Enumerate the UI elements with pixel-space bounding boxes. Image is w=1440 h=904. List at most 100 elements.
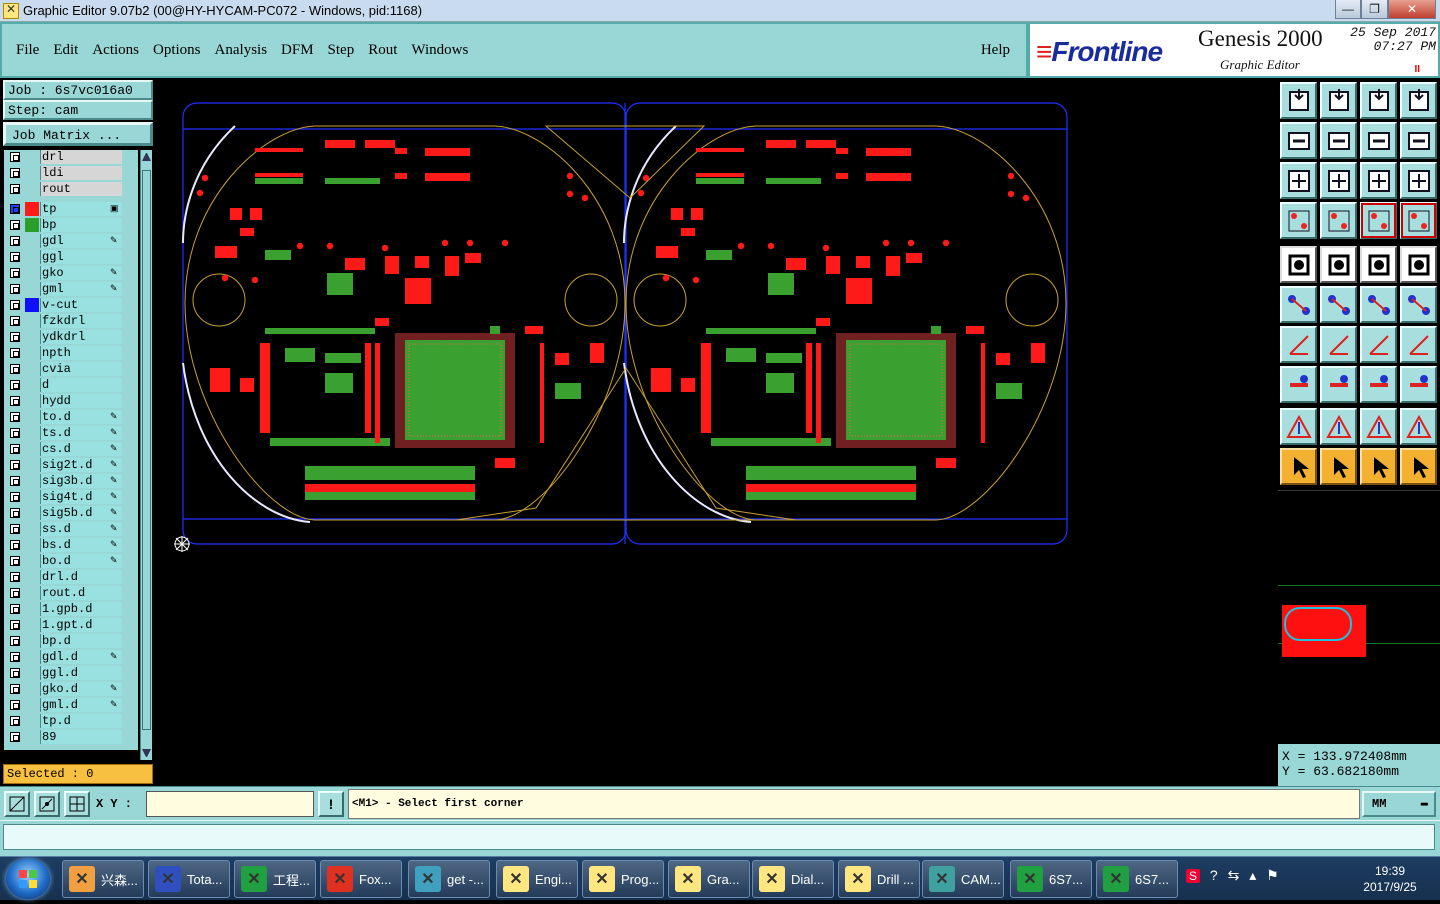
layer-checkbox[interactable] [10,396,20,406]
taskbar-item[interactable]: ✕ 工程... [234,860,316,898]
layer-checkbox[interactable] [10,284,20,294]
taskbar-item[interactable]: ✕ Tota... [148,860,230,898]
taskbar-item[interactable]: ✕ Fox... [320,860,402,898]
taskbar-item[interactable]: ✕ 兴森... [62,860,144,898]
zoom-back-icon[interactable] [1280,122,1317,159]
layer-row-ss-d[interactable]: ss.d ✎ [4,522,134,536]
pad-icon[interactable] [1280,246,1317,283]
layer-checkbox[interactable] [10,572,20,582]
taskbar-item[interactable]: ✕ Gra... [668,860,750,898]
link-icon[interactable] [1400,286,1437,323]
cross-icon[interactable] [1320,286,1357,323]
layer-row-drl-d[interactable]: drl.d [4,570,134,584]
layer-row-bp[interactable]: bp [4,218,134,232]
menu-windows[interactable]: Windows [411,42,468,59]
circle-pad-icon[interactable] [1400,246,1437,283]
taskbar-item[interactable]: ✕ 6S7... [1010,860,1092,898]
layer-checkbox[interactable] [10,252,20,262]
layer-color-swatch[interactable] [25,298,39,312]
layer-row-cs-d[interactable]: cs.d ✎ [4,442,134,456]
layer-checkbox[interactable] [10,428,20,438]
layer-row-hydd[interactable]: hydd [4,394,134,408]
layer-checkbox[interactable] [10,380,20,390]
layer-row-89[interactable]: 89 [4,730,134,744]
menu-help[interactable]: Help [981,42,1010,59]
taskbar-item[interactable]: ✕ CAM... [922,860,1004,898]
zoom-1-2-icon[interactable] [1360,162,1397,199]
layer-row-gml-d[interactable]: gml.d ✎ [4,698,134,712]
layer-row-sig5b-d[interactable]: sig5b.d ✎ [4,506,134,520]
connect-icon[interactable] [1360,286,1397,323]
minimize-button[interactable]: — [1335,0,1361,19]
restore-button[interactable]: ❐ [1361,0,1388,19]
pause-icon[interactable]: II [1414,64,1420,75]
layer-row-gko[interactable]: gko ✎ [4,266,134,280]
triangle-c-icon[interactable] [1360,408,1397,445]
scroll-up-icon[interactable] [142,152,151,161]
layer-checkbox[interactable] [10,332,20,342]
layer-checkbox[interactable] [10,268,20,278]
redraw-icon[interactable] [1400,122,1437,159]
scroll-thumb[interactable] [142,170,151,730]
measure-icon[interactable] [34,791,60,817]
layer-checkbox[interactable] [10,460,20,470]
layer-row-gdl-d[interactable]: gdl.d ✎ [4,650,134,664]
tray-icons[interactable]: S ? ⇆ ▴ ⚑ [1186,867,1346,891]
layer-checkbox[interactable] [10,700,20,710]
taskbar-item[interactable]: ✕ Prog... [582,860,664,898]
taskbar-item[interactable]: ✕ Dial... [752,860,834,898]
layer-row-1-gpt-d[interactable]: 1.gpt.d [4,618,134,632]
layer-checkbox[interactable] [10,348,20,358]
layer-row-cvia[interactable]: cvia [4,362,134,376]
layer-row-sig2t-d[interactable]: sig2t.d ✎ [4,458,134,472]
start-button[interactable] [6,859,50,899]
layer-checkbox[interactable] [10,444,20,454]
layer-row-d[interactable]: d [4,378,134,392]
taskbar-item[interactable]: ✕ Drill ... [838,860,920,898]
layer-checkbox[interactable] [10,636,20,646]
scroll-down-icon[interactable] [142,749,151,758]
layer-checkbox[interactable] [10,668,20,678]
layer-checkbox[interactable] [10,540,20,550]
layer-checkbox[interactable] [10,364,20,374]
layer-checkbox[interactable] [10,652,20,662]
mirror-icon[interactable] [1400,326,1437,363]
display-a-icon[interactable] [1360,202,1397,239]
layer-checkbox[interactable] [10,492,20,502]
layer-row-to-d[interactable]: to.d ✎ [4,410,134,424]
layer-checkbox[interactable] [10,220,20,230]
menu-actions[interactable]: Actions [92,42,139,59]
copy-pad-icon[interactable] [1400,366,1437,403]
layer-row-fzkdrl[interactable]: fzkdrl [4,314,134,328]
display-b-icon[interactable] [1400,202,1437,239]
menu-options[interactable]: Options [153,42,201,59]
net-icon[interactable] [1280,286,1317,323]
tray-clock[interactable]: 19:39 2017/9/25 [1350,863,1430,895]
select-rotate-icon[interactable] [1360,448,1397,485]
layer-row-1-gpb-d[interactable]: 1.gpb.d [4,602,134,616]
layer-row-sig4t-d[interactable]: sig4t.d ✎ [4,490,134,504]
ruler-icon[interactable] [1360,246,1397,283]
angle-icon[interactable] [1280,326,1317,363]
layer-row-tp[interactable]: tp ▣ [4,202,134,216]
layer-row-bp-d[interactable]: bp.d [4,634,134,648]
line-icon[interactable] [1320,326,1357,363]
layer-checkbox[interactable] [10,236,20,246]
taskbar-item[interactable]: ✕ 6S7... [1096,860,1178,898]
select-box-icon[interactable] [1320,448,1357,485]
rotate-icon[interactable] [1360,326,1397,363]
layer-row-ggl-d[interactable]: ggl.d [4,666,134,680]
menu-step[interactable]: Step [328,42,355,59]
layer-checkbox[interactable] [10,556,20,566]
layer-checkbox[interactable] [10,732,20,742]
triangle-d-icon[interactable] [1400,408,1437,445]
layer-row-gdl[interactable]: gdl ✎ [4,234,134,248]
layer-checkbox[interactable] [10,508,20,518]
layer-row-gko-d[interactable]: gko.d ✎ [4,682,134,696]
zoom-forward-icon[interactable] [1320,122,1357,159]
select-net-icon[interactable] [1400,448,1437,485]
layer-checkbox[interactable] [10,524,20,534]
graphic-canvas[interactable] [156,78,1276,786]
grid-view-icon[interactable] [1320,202,1357,239]
layer-checkbox[interactable] [10,184,20,194]
